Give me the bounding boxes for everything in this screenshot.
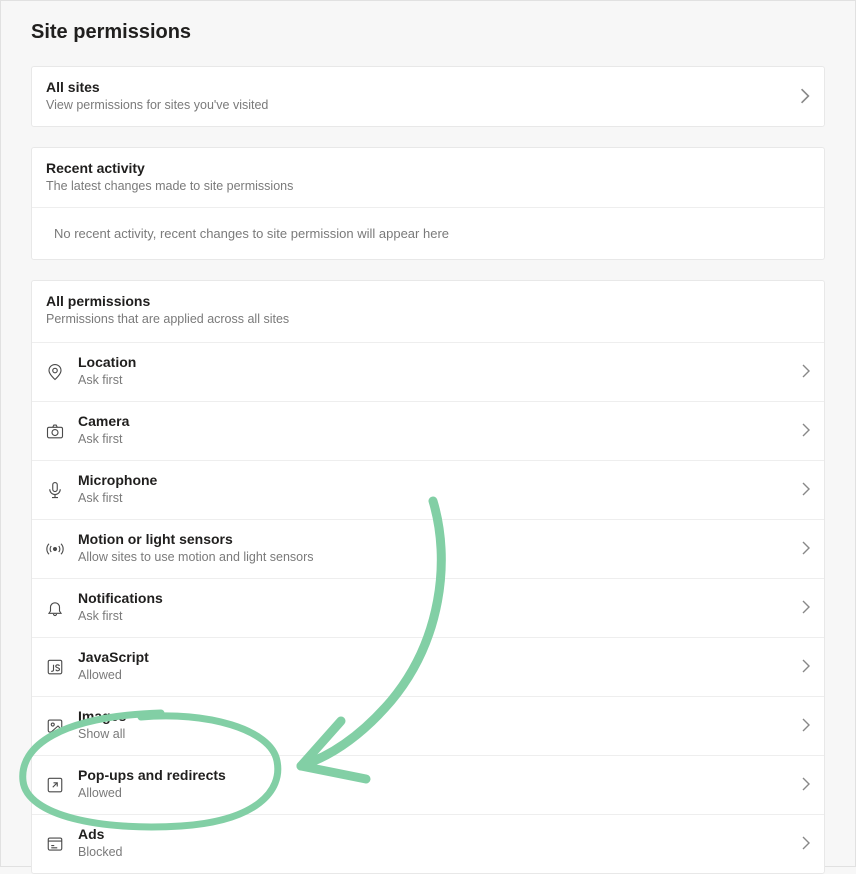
permission-label: Pop-ups and redirects <box>78 767 802 783</box>
permission-label: JavaScript <box>78 649 802 665</box>
chevron-right-icon <box>802 600 810 614</box>
permission-microphone[interactable]: Microphone Ask first <box>32 461 824 520</box>
chevron-right-icon <box>802 423 810 437</box>
permission-ads[interactable]: Ads Blocked <box>32 815 824 873</box>
all-sites-subtitle: View permissions for sites you've visite… <box>46 98 268 112</box>
chevron-right-icon <box>802 541 810 555</box>
permission-notifications[interactable]: Notifications Ask first <box>32 579 824 638</box>
all-permissions-card: All permissions Permissions that are app… <box>31 280 825 874</box>
recent-activity-empty: No recent activity, recent changes to si… <box>32 207 824 259</box>
permission-label: Notifications <box>78 590 802 606</box>
permission-label: Microphone <box>78 472 802 488</box>
permission-status: Show all <box>78 727 802 741</box>
recent-activity-title: Recent activity <box>46 160 810 176</box>
recent-activity-subtitle: The latest changes made to site permissi… <box>46 179 810 193</box>
permission-status: Allowed <box>78 786 802 800</box>
permission-status: Allow sites to use motion and light sens… <box>78 550 802 564</box>
permission-label: Motion or light sensors <box>78 531 802 547</box>
permission-status: Ask first <box>78 609 802 623</box>
all-sites-title: All sites <box>46 79 268 95</box>
permission-location[interactable]: Location Ask first <box>32 343 824 402</box>
camera-icon <box>46 420 78 440</box>
image-icon <box>46 715 78 735</box>
microphone-icon <box>46 479 78 499</box>
chevron-right-icon <box>802 482 810 496</box>
permission-status: Blocked <box>78 845 802 859</box>
ads-icon <box>46 833 78 853</box>
chevron-right-icon <box>802 718 810 732</box>
recent-activity-card: Recent activity The latest changes made … <box>31 147 825 260</box>
chevron-right-icon <box>802 836 810 850</box>
permission-label: Images <box>78 708 802 724</box>
all-permissions-title: All permissions <box>46 293 810 309</box>
permission-label: Camera <box>78 413 802 429</box>
chevron-right-icon <box>802 364 810 378</box>
permission-status: Ask first <box>78 491 802 505</box>
permission-label: Location <box>78 354 802 370</box>
permission-javascript[interactable]: JavaScript Allowed <box>32 638 824 697</box>
permission-camera[interactable]: Camera Ask first <box>32 402 824 461</box>
chevron-right-icon <box>800 88 810 104</box>
permission-status: Ask first <box>78 373 802 387</box>
popup-icon <box>46 774 78 794</box>
permission-motion-sensors[interactable]: Motion or light sensors Allow sites to u… <box>32 520 824 579</box>
page-title: Site permissions <box>31 21 825 44</box>
permission-popups-redirects[interactable]: Pop-ups and redirects Allowed <box>32 756 824 815</box>
chevron-right-icon <box>802 659 810 673</box>
permission-status: Ask first <box>78 432 802 446</box>
permission-status: Allowed <box>78 668 802 682</box>
permission-label: Ads <box>78 826 802 842</box>
permission-images[interactable]: Images Show all <box>32 697 824 756</box>
location-icon <box>46 361 78 381</box>
all-permissions-subtitle: Permissions that are applied across all … <box>46 312 810 326</box>
js-icon <box>46 656 78 676</box>
motion-icon <box>46 538 78 558</box>
bell-icon <box>46 597 78 617</box>
chevron-right-icon <box>802 777 810 791</box>
all-sites-card[interactable]: All sites View permissions for sites you… <box>31 66 825 127</box>
